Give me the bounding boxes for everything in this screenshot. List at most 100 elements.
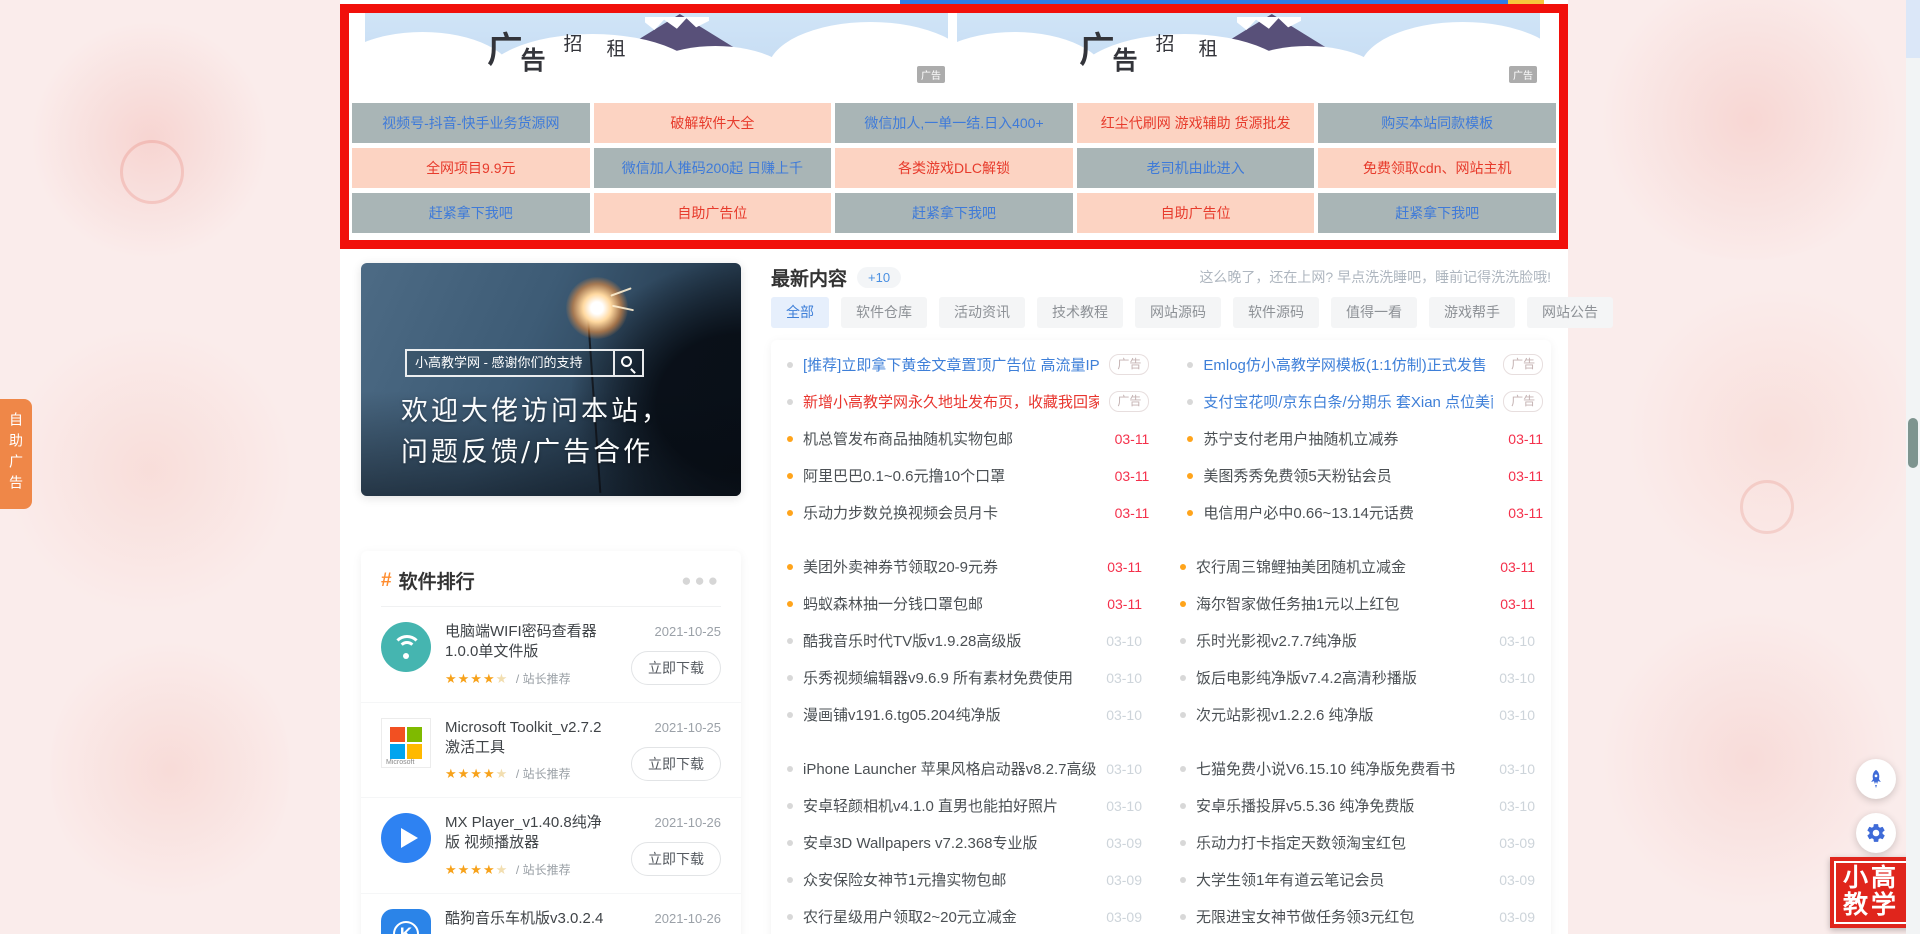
news-link[interactable]: 机总管发布商品抽随机实物包邮 — [803, 428, 1105, 449]
news-link[interactable]: 电信用户必中0.66~13.14元话费 — [1203, 502, 1498, 523]
news-link[interactable]: 乐动力步数兑换视频会员月卡 — [803, 502, 1105, 523]
bullet-icon — [1187, 436, 1193, 442]
news-link[interactable]: 海尔智家做任务抽1元以上红包 — [1196, 593, 1490, 614]
bullet-icon — [787, 914, 793, 920]
latest-content-card: [推荐]立即拿下黄金文章置顶广告位 高流量IP 广告 新增小高教学网永久地址发布… — [771, 340, 1551, 934]
news-link[interactable]: 乐动力打卡指定天数领淘宝红包 — [1196, 832, 1489, 853]
search-button[interactable] — [615, 349, 644, 377]
ad-banner[interactable]: 广告招租 广告 — [365, 13, 948, 86]
software-title[interactable]: 电脑端WIFI密码查看器 1.0.0单文件版 — [445, 622, 613, 663]
recommend-note: / 站长推荐 — [516, 767, 571, 781]
category-tab[interactable]: 软件仓库 — [841, 297, 927, 328]
download-button[interactable]: 立即下载 — [631, 651, 721, 685]
software-title[interactable]: 酷狗音乐车机版v3.0.2.4 — [445, 909, 613, 929]
search-icon — [621, 356, 632, 367]
ad-grid-button[interactable]: 视频号-抖音-快手业务货源网 — [352, 103, 590, 143]
news-date: 03-11 — [1508, 468, 1543, 484]
news-link[interactable]: 蚂蚁森林抽一分钱口罩包邮 — [803, 593, 1097, 614]
news-link[interactable]: 次元站影视v1.2.2.6 纯净版 — [1196, 704, 1489, 725]
category-tab[interactable]: 游戏帮手 — [1429, 297, 1515, 328]
news-link[interactable]: 美图秀秀免费领5天粉钻会员 — [1203, 465, 1498, 486]
news-link[interactable]: Emlog仿小高教学网模板(1:1仿制)正式发售 — [1203, 354, 1493, 375]
news-link[interactable]: 安卓3D Wallpapers v7.2.368专业版 — [803, 832, 1096, 853]
software-info: 电脑端WIFI密码查看器 1.0.0单文件版 ★★★★★ / 站长推荐 — [445, 622, 613, 687]
category-tab[interactable]: 网站公告 — [1527, 297, 1613, 328]
news-link[interactable]: 酷我音乐时代TV版v1.9.28高级版 — [803, 630, 1096, 651]
news-item: 次元站影视v1.2.2.6 纯净版 03-10 — [1180, 696, 1535, 733]
ad-grid-button[interactable]: 购买本站同款模板 — [1318, 103, 1556, 143]
settings-button[interactable] — [1856, 813, 1896, 853]
news-link[interactable]: 漫画铺v191.6.tg05.204纯净版 — [803, 704, 1096, 725]
ad-grid-button[interactable]: 自助广告位 — [594, 193, 832, 233]
news-link[interactable]: [推荐]立即拿下黄金文章置顶广告位 高流量IP — [803, 354, 1099, 375]
category-tab[interactable]: 网站源码 — [1135, 297, 1221, 328]
news-item: 苏宁支付老用户抽随机立减券 03-11 — [1187, 420, 1543, 457]
news-date: 03-10 — [1106, 633, 1142, 649]
news-link[interactable]: 美团外卖神券节领取20-9元券 — [803, 556, 1097, 577]
news-link[interactable]: 农行星级用户领取2~20元立减金 — [803, 906, 1096, 927]
ad-grid-button[interactable]: 自助广告位 — [1077, 193, 1315, 233]
self-service-ad-tab[interactable]: 自助广告 — [0, 399, 32, 509]
ad-banner[interactable]: 广告招租 广告 — [957, 13, 1540, 86]
ad-grid-button[interactable]: 微信加人推码200起 日赚上千 — [594, 148, 832, 188]
news-link[interactable]: 安卓乐播投屏v5.5.36 纯净免费版 — [1196, 795, 1489, 816]
news-link[interactable]: 苏宁支付老用户抽随机立减券 — [1203, 428, 1498, 449]
news-link[interactable]: 无限进宝女神节做任务领3元红包 — [1196, 906, 1489, 927]
ranking-header: # 软件排行 ●●● — [361, 551, 741, 606]
software-list: 电脑端WIFI密码查看器 1.0.0单文件版 ★★★★★ / 站长推荐 2021… — [361, 607, 741, 934]
category-tab[interactable]: 全部 — [771, 297, 829, 328]
ad-grid-button[interactable]: 赶紧拿下我吧 — [1318, 193, 1556, 233]
category-tab[interactable]: 活动资讯 — [939, 297, 1025, 328]
scrollbar-thumb[interactable] — [1908, 418, 1918, 468]
news-link[interactable]: 大学生领1年有道云笔记会员 — [1196, 869, 1489, 890]
news-date: 03-11 — [1107, 596, 1142, 612]
news-date: 03-11 — [1115, 431, 1150, 447]
news-item: 农行周三锦鲤抽美团随机立减金 03-11 — [1180, 548, 1535, 585]
download-button[interactable]: 立即下载 — [631, 842, 721, 876]
bullet-icon — [787, 675, 793, 681]
decorative-blob — [30, 20, 270, 260]
ad-grid-button[interactable]: 各类游戏DLC解锁 — [835, 148, 1073, 188]
ad-grid-button[interactable]: 全网项目9.9元 — [352, 148, 590, 188]
bullet-icon — [787, 638, 793, 644]
search-input[interactable]: 小高教学网 - 感谢你们的支持 — [405, 349, 615, 377]
news-link[interactable]: 乐秀视频编辑器v9.6.9 所有素材免费使用 — [803, 667, 1096, 688]
download-button[interactable]: 立即下载 — [631, 747, 721, 781]
news-item: 漫画铺v191.6.tg05.204纯净版 03-10 — [787, 696, 1142, 733]
logo-text-line: 教学 — [1843, 893, 1899, 919]
ad-grid-button[interactable]: 赶紧拿下我吧 — [835, 193, 1073, 233]
news-link[interactable]: 新增小高教学网永久地址发布页，收藏我回家.. — [803, 391, 1099, 412]
ad-grid-button[interactable]: 免费领取cdn、网站主机 — [1318, 148, 1556, 188]
news-link[interactable]: 七猫免费小说V6.15.10 纯净版免费看书 — [1196, 758, 1489, 779]
ad-grid-button[interactable]: 赶紧拿下我吧 — [352, 193, 590, 233]
more-menu-icon[interactable]: ●●● — [681, 576, 721, 586]
recommend-note: / 站长推荐 — [516, 863, 571, 877]
news-link[interactable]: 饭后电影纯净版v7.4.2高清秒播版 — [1196, 667, 1489, 688]
bullet-icon — [1180, 766, 1186, 772]
ad-grid-button[interactable]: 红尘代刷网 游戏辅助 货源批发 — [1077, 103, 1315, 143]
software-title[interactable]: Microsoft Toolkit_v2.7.2 激活工具 — [445, 718, 613, 759]
news-link[interactable]: 众安保险女神节1元撸实物包邮 — [803, 869, 1096, 890]
news-item: 大学生领1年有道云笔记会员 03-09 — [1180, 861, 1535, 898]
news-link[interactable]: iPhone Launcher 苹果风格启动器v8.2.7高级版 — [803, 758, 1096, 779]
ad-grid-button[interactable]: 破解软件大全 — [594, 103, 832, 143]
category-tab[interactable]: 技术教程 — [1037, 297, 1123, 328]
ad-corner-tag: 广告 — [917, 66, 945, 83]
news-link[interactable]: 乐时光影视v2.7.7纯净版 — [1196, 630, 1489, 651]
ad-grid-button[interactable]: 老司机由此进入 — [1077, 148, 1315, 188]
ad-grid-button[interactable]: 微信加人,一单一结.日入400+ — [835, 103, 1073, 143]
news-link[interactable]: 安卓轻颜相机v4.1.0 直男也能拍好照片 — [803, 795, 1096, 816]
software-title[interactable]: MX Player_v1.40.8纯净版 视频播放器 — [445, 813, 613, 854]
back-to-top-button[interactable] — [1856, 759, 1896, 799]
category-tab[interactable]: 值得一看 — [1331, 297, 1417, 328]
news-date: 03-10 — [1106, 670, 1142, 686]
category-tab[interactable]: 软件源码 — [1233, 297, 1319, 328]
news-link[interactable]: 农行周三锦鲤抽美团随机立减金 — [1196, 556, 1490, 577]
news-date: 03-11 — [1115, 505, 1150, 521]
site-logo-seal[interactable]: 小高 教学 — [1830, 857, 1912, 928]
banner-char: 招 — [563, 34, 582, 55]
news-link[interactable]: 阿里巴巴0.1~0.6元撸10个口罩 — [803, 465, 1105, 486]
hero-photo-card[interactable]: 小高教学网 - 感谢你们的支持 欢迎大佬访问本站， 问题反馈/广告合作 — [361, 263, 741, 496]
banner-title: 广告招租 — [487, 22, 625, 73]
news-link[interactable]: 支付宝花呗/京东白条/分期乐 套Xian 点位美丽 — [1203, 391, 1493, 412]
